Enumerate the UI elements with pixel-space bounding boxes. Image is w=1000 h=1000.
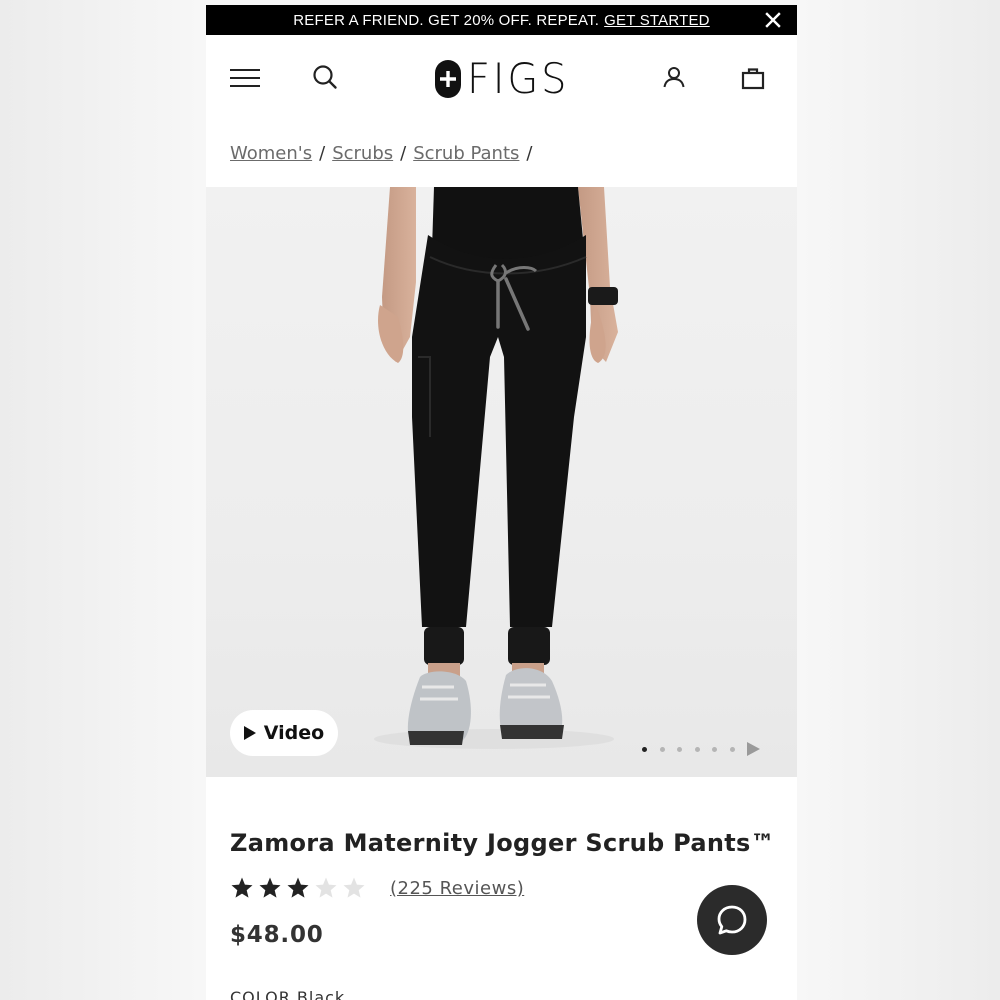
bag-icon[interactable]	[741, 66, 765, 90]
reviews-link[interactable]: (225 Reviews)	[390, 878, 524, 899]
breadcrumb-womens[interactable]: Women's	[230, 143, 312, 164]
star-empty-icon	[343, 877, 365, 898]
star-filled-icon	[231, 877, 253, 898]
carousel-dot[interactable]	[694, 746, 700, 752]
site-header: FIGS	[206, 35, 797, 123]
star-empty-icon	[315, 877, 337, 898]
star-filled-icon	[259, 877, 281, 898]
chat-bubble-icon	[717, 905, 747, 935]
chat-button[interactable]	[697, 885, 767, 955]
carousel-dot[interactable]	[712, 746, 717, 752]
breadcrumb: Women's / Scrubs / Scrub Pants /	[230, 143, 539, 164]
video-button-label: Video	[263, 722, 325, 744]
product-photo	[374, 187, 618, 749]
product-title: Zamora Maternity Jogger Scrub Pants™	[230, 829, 775, 857]
figs-logo[interactable]: FIGS	[435, 57, 575, 101]
logo-text: FIGS	[467, 54, 570, 103]
breadcrumb-separator: /	[526, 143, 533, 164]
carousel-dot[interactable]	[729, 746, 735, 752]
star-filled-icon	[287, 877, 309, 898]
video-button[interactable]: Video	[230, 710, 338, 756]
color-label: COLOR Black	[230, 988, 346, 1000]
breadcrumb-separator: /	[400, 143, 407, 164]
carousel-next-icon[interactable]	[747, 742, 760, 756]
menu-icon[interactable]	[229, 67, 261, 89]
promo-get-started-link[interactable]: GET STARTED	[604, 12, 710, 29]
search-icon[interactable]	[312, 64, 338, 90]
breadcrumb-scrub-pants[interactable]: Scrub Pants	[413, 143, 519, 164]
product-price: $48.00	[230, 922, 324, 948]
promo-banner: REFER A FRIEND. GET 20% OFF. REPEAT. GET…	[206, 5, 797, 35]
close-icon[interactable]	[763, 10, 783, 30]
promo-text: REFER A FRIEND. GET 20% OFF. REPEAT.	[293, 11, 600, 29]
star-rating[interactable]: (225 Reviews)	[230, 876, 524, 900]
account-icon[interactable]	[662, 65, 686, 89]
play-icon	[243, 726, 256, 740]
breadcrumb-scrubs[interactable]: Scrubs	[332, 143, 393, 164]
breadcrumb-separator: /	[319, 143, 326, 164]
figs-plus-logo-icon	[435, 60, 461, 98]
mobile-page: REFER A FRIEND. GET 20% OFF. REPEAT. GET…	[206, 0, 797, 1000]
product-image-gallery[interactable]: Video	[206, 187, 797, 777]
carousel-dot[interactable]	[677, 746, 682, 752]
carousel-dot[interactable]	[659, 746, 665, 752]
carousel-dots	[642, 742, 760, 756]
carousel-dot[interactable]	[642, 746, 647, 752]
